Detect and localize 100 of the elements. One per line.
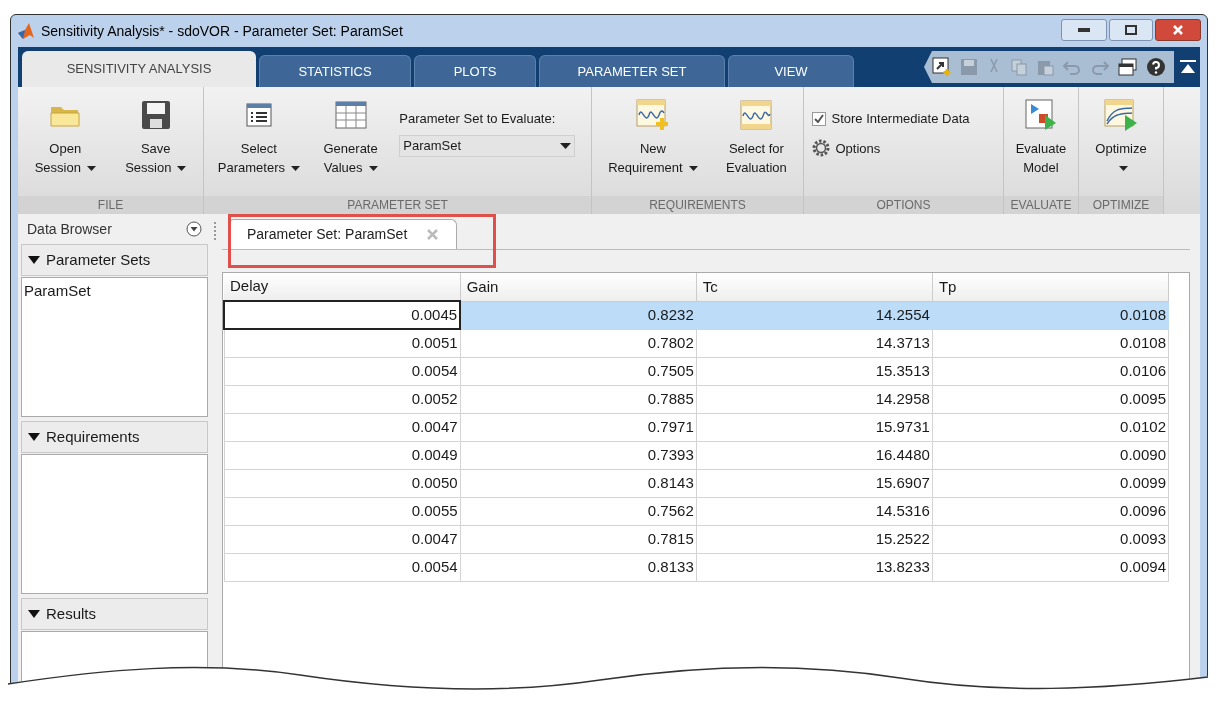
list-item[interactable]: ParamSet [22, 278, 207, 305]
group-label: OPTIONS [875, 197, 932, 214]
help-icon[interactable] [1146, 57, 1166, 77]
ribbon-tab[interactable]: SENSITIVITY ANALYSIS [22, 51, 256, 87]
column-header[interactable]: Delay [224, 273, 461, 301]
table-cell[interactable]: 15.3513 [696, 357, 933, 385]
ribbon-button[interactable]: Select for Evaluation [724, 95, 789, 177]
options-button[interactable]: Options [811, 138, 881, 158]
table-cell[interactable]: 0.0094 [932, 553, 1169, 581]
table-cell[interactable]: 15.6907 [696, 469, 933, 497]
checkmark-icon [813, 114, 824, 124]
section-header[interactable]: Requirements [21, 421, 208, 453]
table-cell[interactable]: 0.8232 [460, 301, 697, 329]
panel-menu-icon[interactable] [186, 221, 202, 237]
maximize-button[interactable] [1109, 19, 1153, 41]
table-cell[interactable]: 0.0090 [932, 441, 1169, 469]
close-icon [1172, 24, 1184, 36]
table-cell[interactable]: 0.0093 [932, 525, 1169, 553]
table-cell[interactable]: 0.0049 [224, 441, 461, 469]
table-cell[interactable]: 0.0045 [224, 301, 461, 329]
caret-icon [290, 166, 300, 172]
expanded-icon [28, 433, 40, 441]
table-cell[interactable]: 13.8233 [696, 553, 933, 581]
ribbon-tab[interactable]: PLOTS [414, 55, 536, 87]
table-cell[interactable]: 0.0047 [224, 525, 461, 553]
store-data-checkbox[interactable]: Store Intermediate Data [811, 109, 996, 129]
group-label: FILE [96, 197, 125, 214]
column-header[interactable]: Tp [932, 273, 1169, 301]
ribbon-button[interactable]: Optimize [1093, 95, 1149, 177]
column-header[interactable]: Gain [460, 273, 697, 301]
caret-icon [688, 166, 698, 172]
waveform-add-icon [635, 99, 670, 131]
ribbon-tab[interactable]: PARAMETER SET [539, 55, 725, 87]
windows-icon[interactable] [1118, 58, 1138, 76]
ribbon-button[interactable]: Open Session [32, 95, 98, 177]
document-tab[interactable]: Parameter Set: ParamSet [228, 219, 458, 249]
table-cell[interactable]: 0.0102 [932, 413, 1169, 441]
ribbon-button[interactable]: Save Session [123, 95, 189, 177]
table-cell[interactable]: 0.7393 [460, 441, 697, 469]
table-cell[interactable]: 15.2522 [696, 525, 933, 553]
ribbon-tab[interactable]: VIEW [728, 55, 854, 87]
column-header[interactable]: Tc [696, 273, 933, 301]
splitter-grip[interactable] [213, 222, 217, 240]
caret-icon [177, 166, 187, 172]
table-cell[interactable]: 0.0096 [932, 497, 1169, 525]
section-header[interactable]: Parameter Sets [21, 244, 208, 276]
table-cell[interactable]: 14.2554 [696, 301, 933, 329]
optimize-icon [1104, 99, 1138, 131]
ribbon-button[interactable]: Select Parameters [215, 95, 302, 177]
list-icon [245, 103, 272, 127]
ribbon-button[interactable]: New Requirement [606, 95, 700, 177]
gear-icon [811, 139, 830, 158]
table-cell[interactable]: 0.0054 [224, 357, 461, 385]
table-cell[interactable]: 0.0047 [224, 413, 461, 441]
group-label: EVALUATE [1009, 197, 1073, 214]
table-cell[interactable]: 0.0051 [224, 329, 461, 357]
table-cell[interactable]: 0.0052 [224, 385, 461, 413]
model-run-icon [1025, 99, 1057, 131]
table-cell[interactable]: 0.0054 [224, 553, 461, 581]
table-cell[interactable]: 0.8133 [460, 553, 697, 581]
caret-icon [560, 142, 572, 149]
table-cell[interactable]: 0.0106 [932, 357, 1169, 385]
app-logo-icon [17, 22, 35, 40]
ribbon-button[interactable]: Generate Values [321, 95, 380, 177]
expanded-icon [28, 610, 40, 618]
waveform-icon [740, 100, 773, 130]
table-cell[interactable]: 0.7505 [460, 357, 697, 385]
section-header[interactable]: Results [21, 598, 208, 630]
shortcut-icon[interactable] [932, 57, 952, 77]
table-cell[interactable]: 0.7562 [460, 497, 697, 525]
table-cell[interactable]: 0.8143 [460, 469, 697, 497]
table-cell[interactable]: 14.2958 [696, 385, 933, 413]
table-cell[interactable]: 0.0108 [932, 329, 1169, 357]
checkbox[interactable] [811, 111, 826, 126]
parameter-set-dropdown[interactable]: ParamSet [399, 134, 576, 157]
group-label: OPTIMIZE [1091, 197, 1151, 214]
table-cell[interactable]: 14.3713 [696, 329, 933, 357]
table-cell[interactable]: 0.0050 [224, 469, 461, 497]
table-cell[interactable]: 0.0055 [224, 497, 461, 525]
close-button[interactable] [1155, 19, 1201, 41]
caret-icon [86, 166, 96, 172]
caret-icon [368, 166, 378, 172]
table-cell[interactable]: 0.7802 [460, 329, 697, 357]
table-cell[interactable]: 16.4480 [696, 441, 933, 469]
table-cell[interactable]: 0.0099 [932, 469, 1169, 497]
table-cell[interactable]: 0.0095 [932, 385, 1169, 413]
table-cell[interactable]: 0.0108 [932, 301, 1169, 329]
ribbon-tab[interactable]: STATISTICS [259, 55, 411, 87]
table-cell[interactable]: 0.7971 [460, 413, 697, 441]
table-cell[interactable]: 14.5316 [696, 497, 933, 525]
minimize-button[interactable] [1061, 19, 1107, 41]
ribbon-button[interactable]: Evaluate Model [1013, 95, 1069, 177]
save-icon [140, 100, 171, 130]
table-cell[interactable]: 0.7815 [460, 525, 697, 553]
grid-icon [334, 101, 367, 129]
table-cell[interactable]: 0.7885 [460, 385, 697, 413]
expanded-icon [28, 256, 40, 264]
table-cell[interactable]: 15.9731 [696, 413, 933, 441]
group-label: REQUIREMENTS [648, 197, 747, 214]
collapse-ribbon-icon[interactable] [1180, 60, 1196, 74]
